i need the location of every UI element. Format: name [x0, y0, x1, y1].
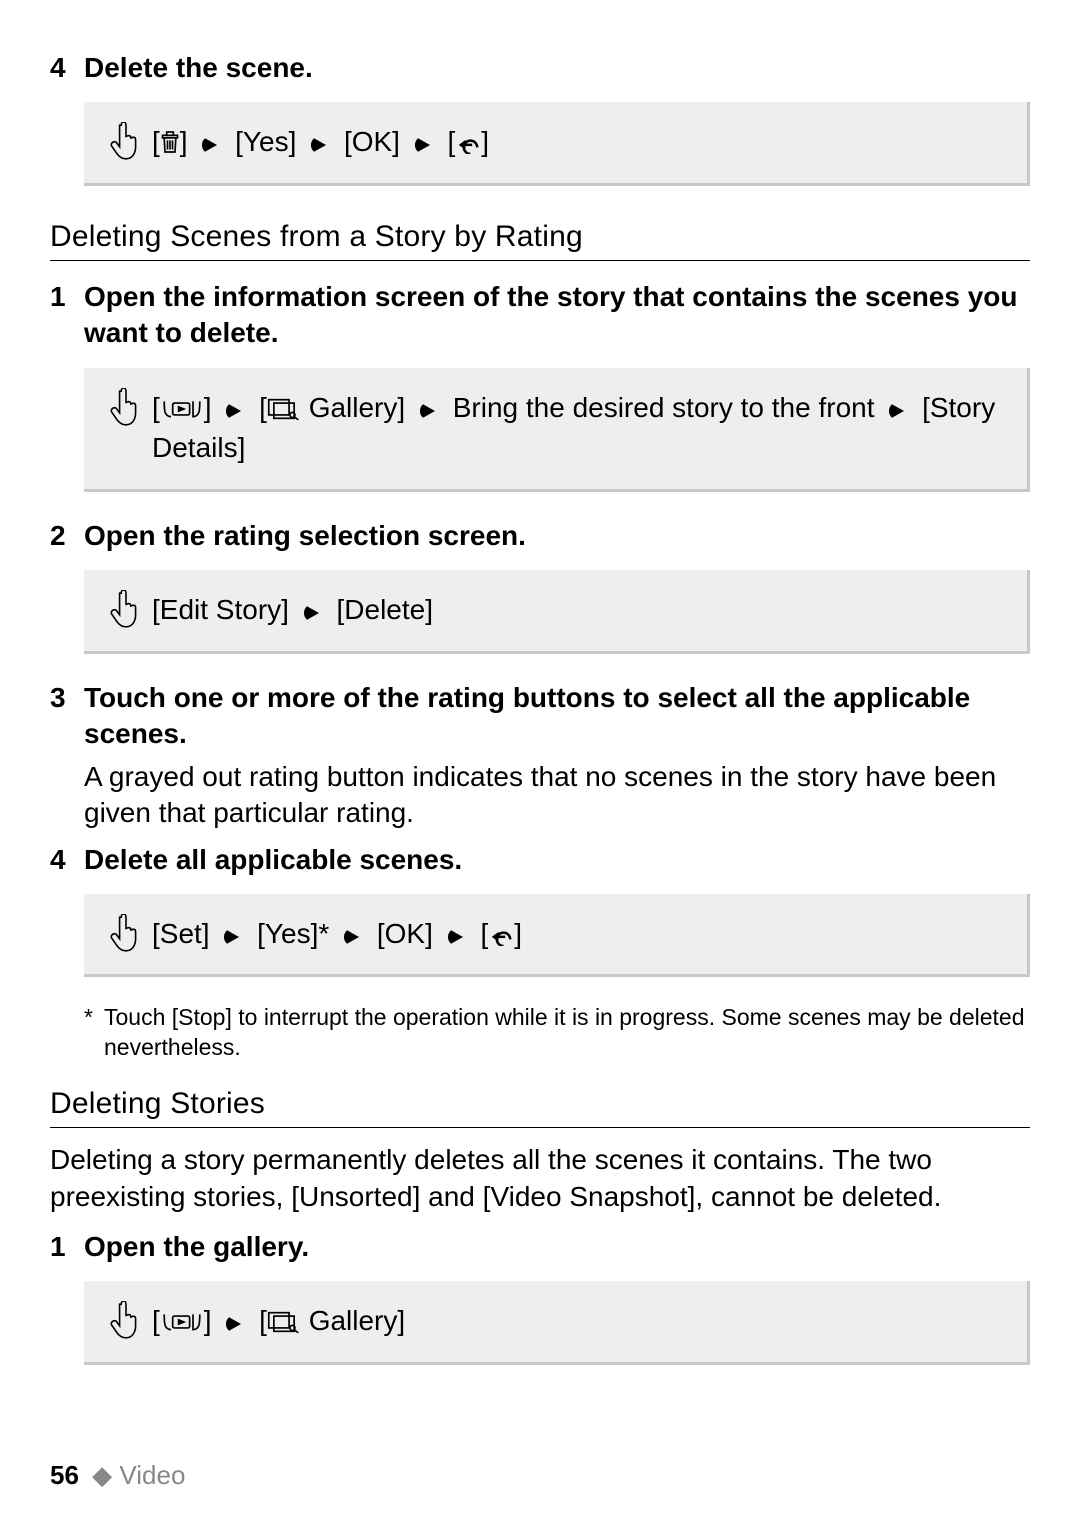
btn-delete: [Delete] — [337, 594, 434, 625]
arrow-icon — [225, 1315, 245, 1333]
label-gallery: Gallery] — [309, 1305, 405, 1336]
s2-step3-title: Touch one or more of the rating buttons … — [84, 680, 1030, 753]
s2-step1-title: Open the information screen of the story… — [84, 279, 1030, 352]
s2-step2: 2 Open the rating selection screen. — [50, 518, 1030, 554]
home-icon — [160, 1311, 204, 1333]
s1-touch-box: [] [Yes] [OK] [] — [84, 102, 1030, 186]
s2-step3-num: 3 — [50, 680, 84, 715]
s2-step4-title: Delete all applicable scenes. — [84, 842, 462, 878]
s3-step1-title: Open the gallery. — [84, 1229, 309, 1265]
s2-step4-num: 4 — [50, 842, 84, 877]
arrow-icon — [225, 402, 245, 420]
gallery-icon — [267, 1311, 301, 1333]
s2-touch-box-2: [Edit Story] [Delete] — [84, 570, 1030, 654]
footer-diamond: ◆ — [92, 1460, 112, 1490]
s3-intro: Deleting a story permanently deletes all… — [50, 1142, 1030, 1215]
bracket-open: [ — [448, 126, 456, 157]
arrow-icon — [419, 402, 439, 420]
btn-set: [Set] — [152, 918, 210, 949]
heading-deleting-stories: Deleting Stories — [50, 1087, 1030, 1128]
s1-step4-title: Delete the scene. — [84, 50, 313, 86]
bracket-open: [ — [152, 392, 160, 423]
s1-step4: 4 Delete the scene. — [50, 50, 1030, 86]
btn-yes: [Yes] — [235, 126, 296, 157]
gallery-icon — [267, 398, 301, 420]
bracket-close: ] — [180, 126, 188, 157]
s2-step4: 4 Delete all applicable scenes. — [50, 842, 1030, 878]
bracket-open: [ — [259, 1305, 267, 1336]
footnote-asterisk: * — [84, 1003, 104, 1063]
heading-delete-by-rating: Deleting Scenes from a Story by Rating — [50, 220, 1030, 261]
back-icon — [488, 926, 514, 946]
arrow-icon — [310, 136, 330, 154]
page-number: 56 — [50, 1460, 79, 1490]
touch-hand-icon — [106, 914, 146, 954]
footer-section: Video — [119, 1460, 185, 1490]
footnote-text: Touch [Stop] to interrupt the operation … — [104, 1003, 1030, 1063]
bracket-open: [ — [152, 1305, 160, 1336]
page-footer: 56 ◆ Video — [50, 1460, 185, 1491]
touch-hand-icon — [106, 388, 146, 428]
touch-hand-icon — [106, 590, 146, 630]
s2-seq-1: [] [ Gallery] Bring the desired story to… — [152, 388, 1005, 469]
s2-seq-3: [Set] [Yes]* [OK] [] — [152, 914, 1005, 955]
touch-hand-icon — [106, 122, 146, 162]
s1-step4-num: 4 — [50, 50, 84, 85]
bracket-close: ] — [481, 126, 489, 157]
s2-seq-2: [Edit Story] [Delete] — [152, 590, 1005, 631]
bracket-close: ] — [514, 918, 522, 949]
arrow-icon — [888, 402, 908, 420]
btn-ok: [OK] — [377, 918, 433, 949]
text-bring-front: Bring the desired story to the front — [453, 392, 875, 423]
page: 4 Delete the scene. [] [Yes] [OK] [] Del… — [0, 0, 1080, 1521]
bracket-open: [ — [259, 392, 267, 423]
s2-step2-num: 2 — [50, 518, 84, 553]
arrow-icon — [447, 928, 467, 946]
s2-touch-box-1: [] [ Gallery] Bring the desired story to… — [84, 368, 1030, 492]
bracket-close: ] — [204, 392, 212, 423]
back-icon — [455, 134, 481, 154]
arrow-icon — [343, 928, 363, 946]
s3-touch-box: [] [ Gallery] — [84, 1281, 1030, 1365]
btn-edit-story: [Edit Story] — [152, 594, 289, 625]
s3-seq: [] [ Gallery] — [152, 1301, 1005, 1342]
s3-step1: 1 Open the gallery. — [50, 1229, 1030, 1265]
arrow-icon — [201, 136, 221, 154]
btn-ok: [OK] — [344, 126, 400, 157]
s2-step2-title: Open the rating selection screen. — [84, 518, 526, 554]
arrow-icon — [414, 136, 434, 154]
bracket-open: [ — [152, 126, 160, 157]
btn-yes: [Yes]* — [257, 918, 329, 949]
touch-hand-icon — [106, 1301, 146, 1341]
bracket-open: [ — [480, 918, 488, 949]
bracket-close: ] — [204, 1305, 212, 1336]
home-icon — [160, 398, 204, 420]
label-gallery: Gallery] — [309, 392, 405, 423]
s2-step1: 1 Open the information screen of the sto… — [50, 279, 1030, 352]
s1-seq: [] [Yes] [OK] [] — [152, 122, 1005, 163]
s2-touch-box-3: [Set] [Yes]* [OK] [] — [84, 894, 1030, 978]
trash-icon — [160, 130, 180, 154]
arrow-icon — [223, 928, 243, 946]
s2-step1-num: 1 — [50, 279, 84, 314]
footnote: * Touch [Stop] to interrupt the operatio… — [84, 1003, 1030, 1063]
s2-step3: 3 Touch one or more of the rating button… — [50, 680, 1030, 753]
s3-step1-num: 1 — [50, 1229, 84, 1264]
arrow-icon — [303, 604, 323, 622]
s2-step3-body: A grayed out rating button indicates tha… — [84, 759, 1030, 832]
